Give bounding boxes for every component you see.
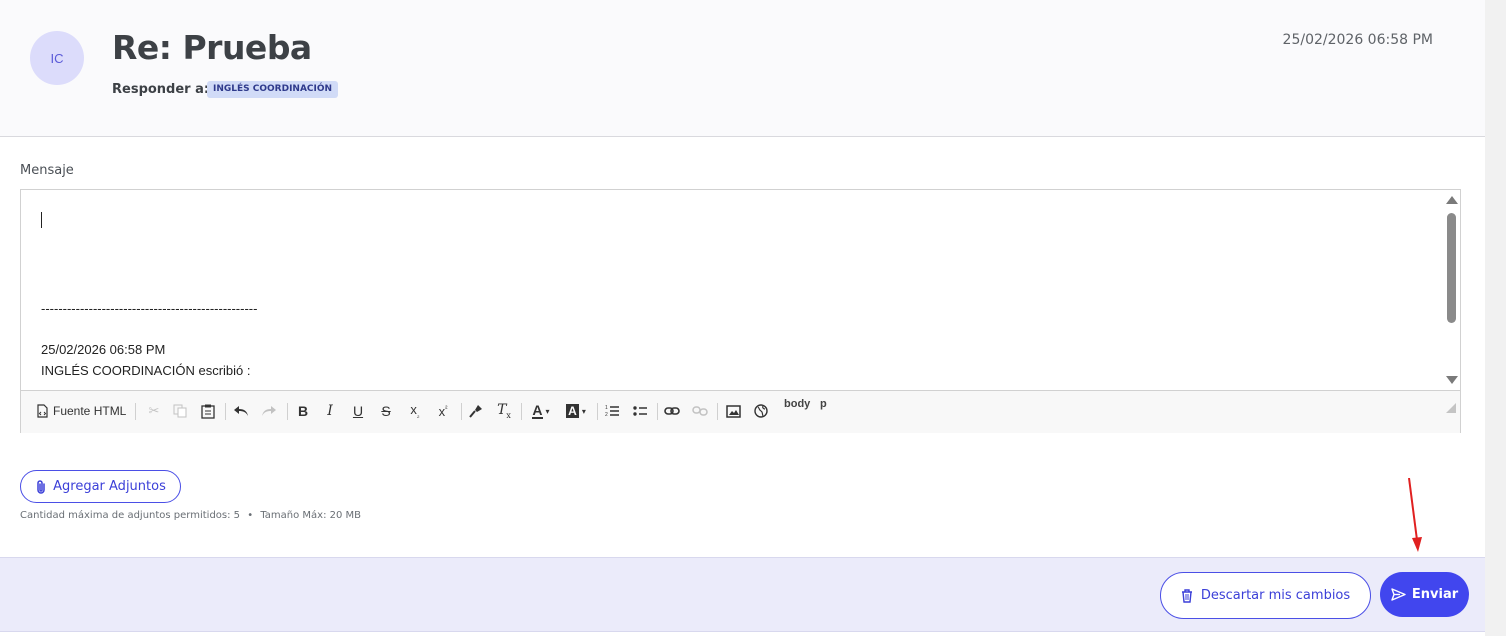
email-date: 25/02/2026 06:58 PM xyxy=(1282,32,1433,48)
subscript-icon: x₂ xyxy=(410,402,420,420)
copy-format-button[interactable] xyxy=(467,400,485,422)
resize-handle-icon[interactable] xyxy=(1446,403,1456,413)
text-color-button[interactable]: A ▾ xyxy=(527,400,555,422)
image-button[interactable] xyxy=(724,400,742,422)
source-html-button[interactable]: Fuente HTML xyxy=(35,400,126,422)
background-color-button[interactable]: A ▾ xyxy=(562,400,590,422)
discard-changes-button[interactable]: Descartar mis cambios xyxy=(1160,572,1371,619)
toolbar-separator xyxy=(717,403,718,420)
copy-button[interactable] xyxy=(171,400,189,422)
scroll-up-icon[interactable] xyxy=(1446,196,1458,204)
scroll-down-icon[interactable] xyxy=(1446,376,1458,384)
source-html-label: Fuente HTML xyxy=(53,404,127,418)
image-icon xyxy=(725,404,741,418)
toolbar-separator xyxy=(461,403,462,420)
unlink-icon xyxy=(692,406,708,416)
rich-text-editor: ----------------------------------------… xyxy=(20,189,1461,433)
strikethrough-button[interactable]: S xyxy=(377,400,395,422)
path-p[interactable]: p xyxy=(820,397,827,411)
attachments-info: Cantidad máxima de adjuntos permitidos: … xyxy=(20,510,361,521)
link-button[interactable] xyxy=(663,400,681,422)
background-color-icon: A xyxy=(566,404,579,418)
numbered-list-button[interactable]: 12 xyxy=(603,400,621,422)
remove-format-button[interactable]: Tx xyxy=(494,400,514,422)
trash-icon xyxy=(1181,588,1192,603)
avatar: IC xyxy=(30,31,84,85)
strikethrough-icon: S xyxy=(381,403,391,419)
send-label: Enviar xyxy=(1411,587,1459,602)
cut-icon: ✂ xyxy=(148,403,160,418)
svg-text:2: 2 xyxy=(605,412,608,418)
editor-content-area[interactable]: ----------------------------------------… xyxy=(21,190,1441,390)
undo-icon xyxy=(234,406,248,416)
text-color-icon: A xyxy=(532,402,543,419)
reply-to-chip: INGLÉS COORDINACIÓN xyxy=(207,81,339,98)
subscript-button[interactable]: x₂ xyxy=(405,400,425,422)
message-label: Mensaje xyxy=(20,163,74,178)
bold-icon: B xyxy=(297,403,309,419)
reply-to-label: Responder a: xyxy=(112,82,210,97)
toolbar-separator xyxy=(225,403,226,420)
discard-changes-label: Descartar mis cambios xyxy=(1200,588,1351,603)
italic-button[interactable]: I xyxy=(321,400,339,422)
max-size-text: Tamaño Máx: 20 MB xyxy=(260,510,362,521)
cut-button[interactable]: ✂ xyxy=(145,400,163,422)
info-bullet: • xyxy=(247,510,254,521)
unlink-button[interactable] xyxy=(691,400,709,422)
editor-scrollbar[interactable] xyxy=(1442,190,1460,390)
email-subject: Re: Prueba xyxy=(112,28,312,67)
iframe-button[interactable] xyxy=(752,400,770,422)
superscript-button[interactable]: x² xyxy=(433,400,453,422)
italic-icon: I xyxy=(327,403,333,419)
svg-text:1: 1 xyxy=(605,405,608,411)
bulleted-list-button[interactable] xyxy=(631,400,649,422)
redo-icon xyxy=(262,406,276,416)
quote-date: 25/02/2026 06:58 PM xyxy=(41,342,166,357)
underline-icon: U xyxy=(352,403,364,419)
send-button[interactable]: Enviar xyxy=(1380,572,1469,617)
toolbar-separator xyxy=(135,403,136,420)
paperclip-icon xyxy=(37,479,45,494)
toolbar-separator xyxy=(521,403,522,420)
bold-button[interactable]: B xyxy=(294,400,312,422)
remove-format-icon: Tx xyxy=(497,402,511,420)
copy-format-icon xyxy=(469,405,482,418)
paste-button[interactable] xyxy=(199,400,217,422)
quote-author: INGLÉS COORDINACIÓN escribió : xyxy=(41,363,251,378)
source-html-icon xyxy=(37,404,48,418)
quote-separator: ----------------------------------------… xyxy=(41,301,258,316)
page-scrollbar[interactable] xyxy=(1485,0,1506,636)
redo-button[interactable] xyxy=(260,400,278,422)
text-caret xyxy=(41,212,42,228)
send-icon xyxy=(1391,588,1406,601)
iframe-icon xyxy=(754,404,768,418)
action-footer: Descartar mis cambios Enviar xyxy=(0,557,1485,632)
underline-button[interactable]: U xyxy=(349,400,367,422)
scroll-thumb[interactable] xyxy=(1447,213,1456,323)
email-header: IC Re: Prueba Responder a: INGLÉS COORDI… xyxy=(0,0,1485,137)
superscript-icon: x² xyxy=(438,403,448,419)
copy-icon xyxy=(173,404,187,418)
numbered-list-icon: 12 xyxy=(605,405,619,418)
path-body[interactable]: body xyxy=(784,397,810,411)
bulleted-list-icon xyxy=(633,406,647,416)
editor-toolbar: Fuente HTML ✂ B I U S x₂ x² Tx A ▾ A ▾ 1… xyxy=(21,390,1460,433)
toolbar-separator xyxy=(597,403,598,420)
add-attachments-label: Agregar Adjuntos xyxy=(53,479,166,494)
link-icon xyxy=(664,407,680,415)
undo-button[interactable] xyxy=(232,400,250,422)
annotation-arrow-icon xyxy=(1408,478,1422,552)
toolbar-separator xyxy=(287,403,288,420)
paste-icon xyxy=(201,404,215,419)
add-attachments-button[interactable]: Agregar Adjuntos xyxy=(20,470,181,503)
max-attachments-text: Cantidad máxima de adjuntos permitidos: … xyxy=(20,510,241,521)
toolbar-separator xyxy=(657,403,658,420)
